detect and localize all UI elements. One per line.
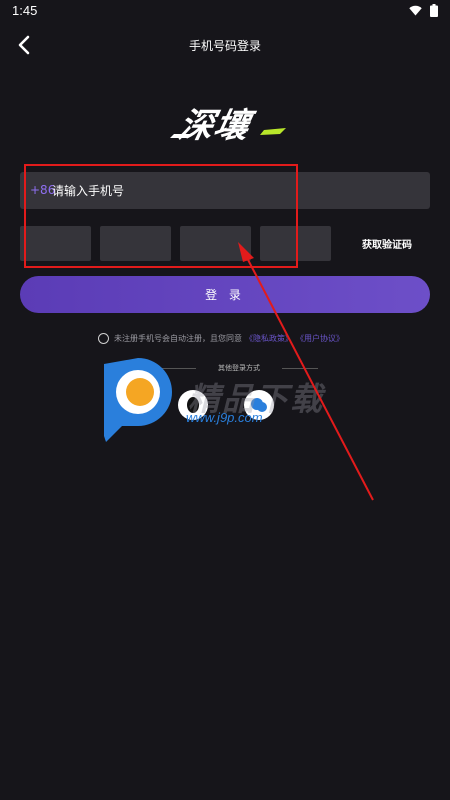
logo-text: 深壤 — [175, 106, 254, 146]
annotation-highlight-box — [24, 164, 298, 268]
privacy-policy-link[interactable]: 《隐私政策》 — [245, 333, 293, 344]
agreement-text: 未注册手机号会自动注册，且您同意 — [114, 333, 242, 343]
header: 手机号码登录 — [0, 28, 450, 62]
page-title: 手机号码登录 — [188, 39, 261, 53]
status-time: 1:45 — [12, 3, 38, 18]
get-code-button[interactable]: 获取验证码 — [362, 236, 412, 251]
battery-icon — [430, 4, 438, 17]
wifi-icon — [409, 5, 422, 16]
app-logo: 深壤 — [168, 98, 288, 146]
status-icons — [409, 4, 438, 17]
login-button[interactable]: 登 录 — [20, 276, 430, 313]
watermark-logo-icon — [104, 358, 172, 442]
status-bar: 1:45 — [0, 0, 450, 22]
user-agreement-link[interactable]: 《用户协议》 — [296, 333, 344, 344]
agree-checkbox[interactable] — [98, 332, 109, 344]
agreement-row: 未注册手机号会自动注册，且您同意 《隐私政策》 《用户协议》 — [98, 331, 344, 345]
watermark: 精品下载 www.j9p.com — [98, 356, 358, 446]
watermark-url: www.j9p.com — [186, 410, 263, 425]
